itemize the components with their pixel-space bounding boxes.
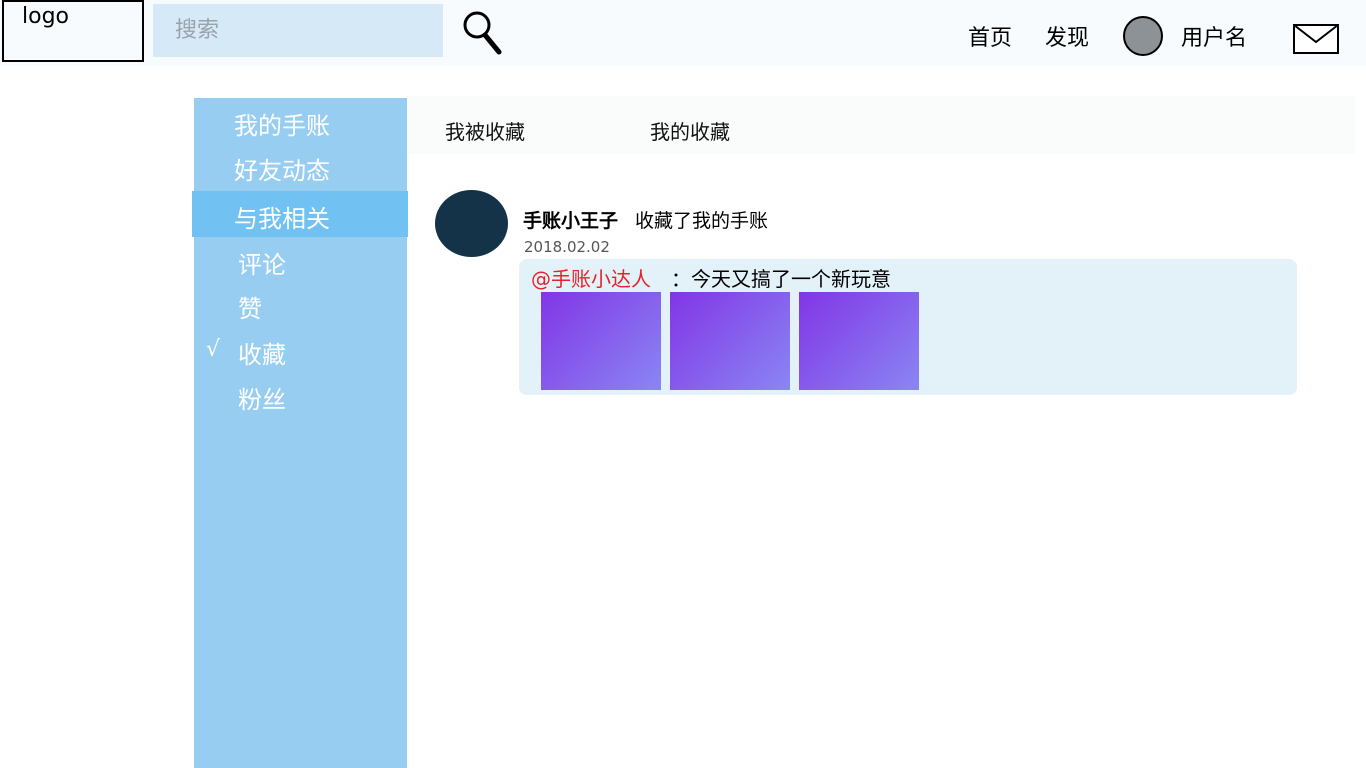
sidebar-item-comments[interactable]: 评论 xyxy=(194,237,407,283)
mention-link[interactable]: @手账小达人 xyxy=(531,263,651,292)
tab-bar: 我被收藏 我的收藏 xyxy=(407,96,1355,154)
nav-home-link[interactable]: 首页 xyxy=(968,20,1012,52)
nav-discover-link[interactable]: 发现 xyxy=(1045,20,1089,52)
sidebar-item-label: 与我相关 xyxy=(234,205,330,233)
logo[interactable]: logo xyxy=(2,0,144,62)
check-icon: √ xyxy=(206,337,221,362)
sidebar-item-label: 好友动态 xyxy=(234,157,330,185)
sidebar-item-label: 收藏 xyxy=(238,341,286,369)
sidebar-item-label: 我的手账 xyxy=(234,112,330,140)
post-image[interactable] xyxy=(799,292,919,390)
mail-icon[interactable] xyxy=(1292,20,1342,58)
search-icon[interactable] xyxy=(460,8,504,56)
logo-text: logo xyxy=(22,4,69,29)
tab-my-favorites[interactable]: 我的收藏 xyxy=(650,116,730,145)
sidebar-item-fans[interactable]: 粉丝 xyxy=(194,372,407,418)
sidebar-item-related-to-me[interactable]: 与我相关 xyxy=(192,191,408,237)
sidebar-item-my-journal[interactable]: 我的手账 xyxy=(194,98,407,144)
sidebar-item-friends-activity[interactable]: 好友动态 xyxy=(194,143,407,189)
user-avatar[interactable] xyxy=(1123,16,1163,56)
post-text: ：今天又搞了一个新玩意 xyxy=(671,267,891,291)
feed-username[interactable]: 手账小王子 xyxy=(523,206,618,233)
post-image[interactable] xyxy=(670,292,790,390)
sidebar-item-favorites[interactable]: √ 收藏 xyxy=(194,327,407,373)
sidebar-item-label: 粉丝 xyxy=(238,386,286,414)
sidebar-item-likes[interactable]: 赞 xyxy=(194,281,407,327)
search-input[interactable] xyxy=(153,4,443,57)
feed-date: 2018.02.02 xyxy=(524,238,610,256)
username-link[interactable]: 用户名 xyxy=(1181,20,1247,52)
sidebar-item-label: 赞 xyxy=(238,295,262,323)
tab-favorited-by-others[interactable]: 我被收藏 xyxy=(445,116,525,145)
sidebar: 我的手账 好友动态 与我相关 评论 赞 √ 收藏 粉丝 xyxy=(192,98,408,768)
post-card[interactable]: @手账小达人 ：今天又搞了一个新玩意 xyxy=(519,259,1297,395)
post-image[interactable] xyxy=(541,292,661,390)
top-header: logo 首页 发现 用户名 xyxy=(0,0,1366,66)
feed-action-text: 收藏了我的手账 xyxy=(635,210,769,232)
feed-user-avatar[interactable] xyxy=(435,190,508,257)
sidebar-item-label: 评论 xyxy=(238,251,286,279)
